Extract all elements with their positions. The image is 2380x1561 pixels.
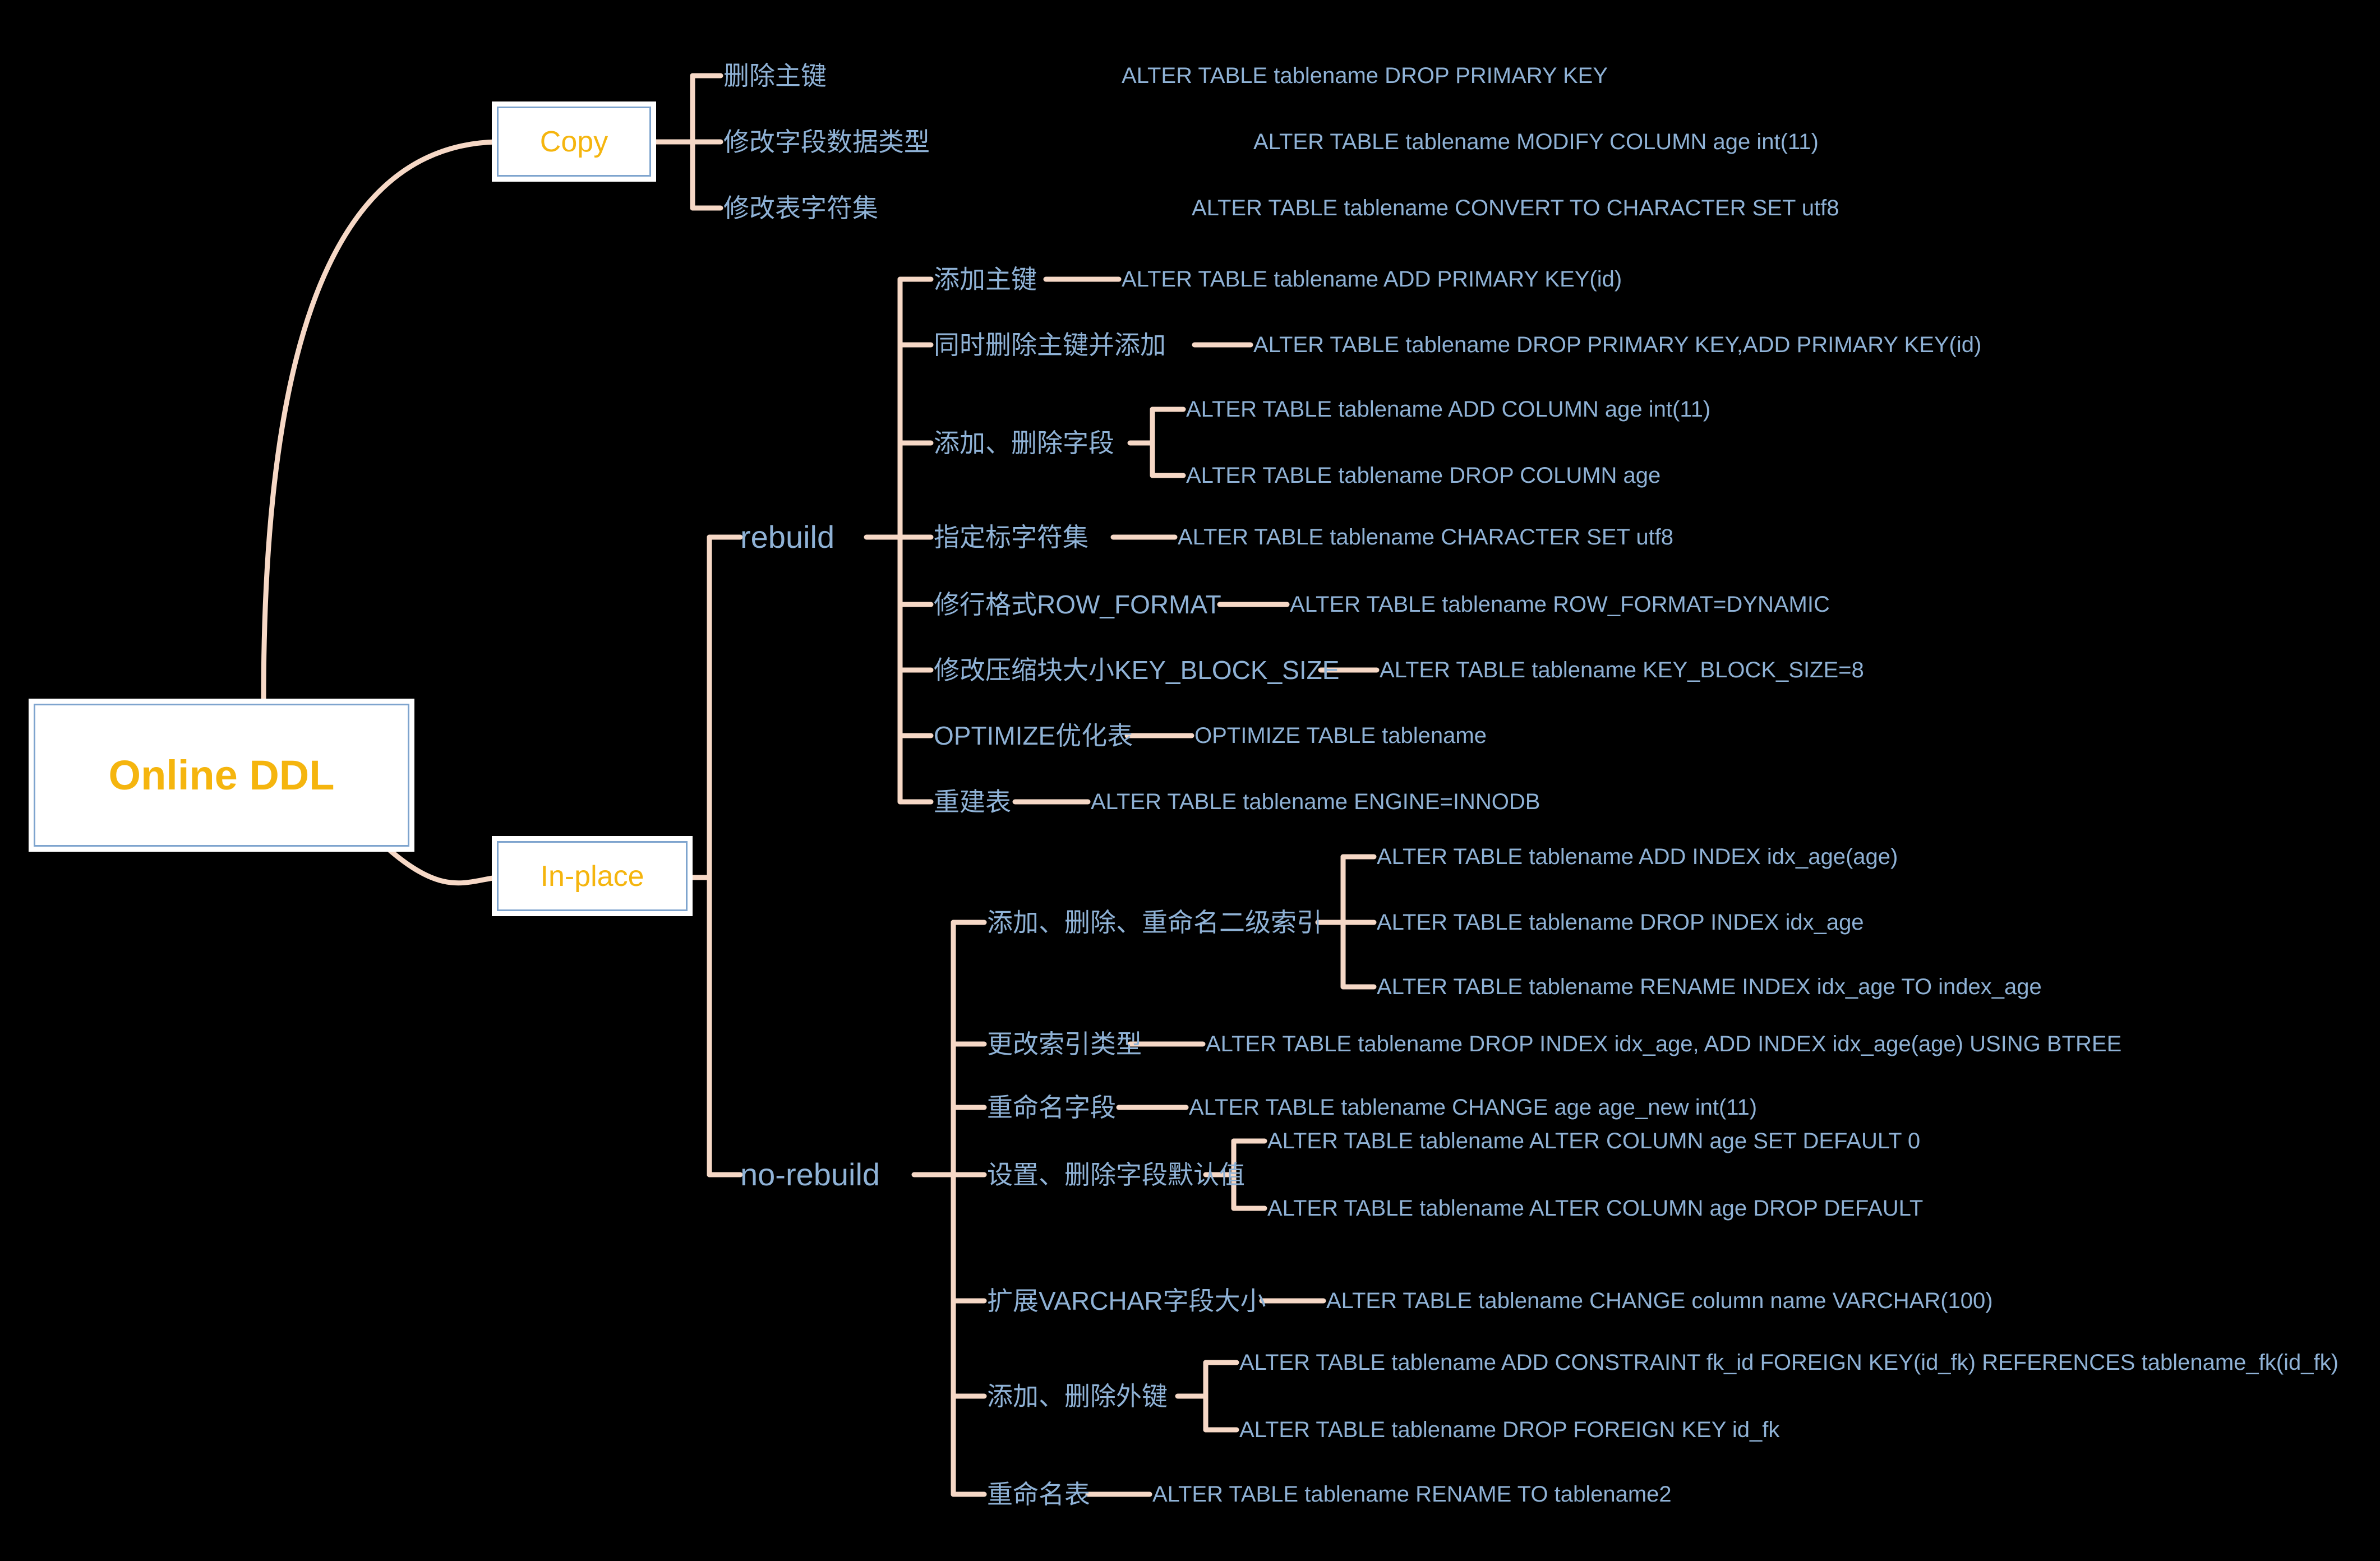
topic-label[interactable]: 添加主键 bbox=[934, 266, 1037, 292]
sql-statement: ALTER TABLE tablename ENGINE=INNODB bbox=[1091, 789, 1540, 814]
sql-statement: ALTER TABLE tablename CHANGE age age_new… bbox=[1189, 1095, 1758, 1120]
sql-statement: ALTER TABLE tablename RENAME INDEX idx_a… bbox=[1377, 975, 2042, 999]
sql-statement: ALTER TABLE tablename ADD COLUMN age int… bbox=[1186, 397, 1711, 422]
root-node-label: Online DDL bbox=[108, 752, 335, 798]
topic-label[interactable]: 重命名表 bbox=[987, 1481, 1090, 1507]
topic-label[interactable]: 指定标字符集 bbox=[934, 524, 1088, 550]
sql-statement: ALTER TABLE tablename CONVERT TO CHARACT… bbox=[1192, 196, 1839, 220]
topic-label[interactable]: 修行格式ROW_FORMAT bbox=[934, 592, 1221, 617]
branch-node-copy-label: Copy bbox=[539, 125, 608, 158]
sql-statement: ALTER TABLE tablename DROP INDEX idx_age bbox=[1377, 910, 1864, 935]
topic-label[interactable]: OPTIMIZE优化表 bbox=[934, 723, 1133, 749]
topic-label[interactable]: 删除主键 bbox=[723, 63, 827, 89]
sql-statement: ALTER TABLE tablename DROP PRIMARY KEY,A… bbox=[1253, 332, 1982, 357]
sql-statement: ALTER TABLE tablename CHANGE column name… bbox=[1326, 1288, 1993, 1313]
topic-label[interactable]: 修改字段数据类型 bbox=[723, 129, 930, 155]
topic-label[interactable]: 修改表字符集 bbox=[723, 195, 878, 221]
topic-label[interactable]: 添加、删除字段 bbox=[934, 430, 1114, 456]
sql-statement: ALTER TABLE tablename DROP INDEX idx_age… bbox=[1206, 1032, 2122, 1056]
topic-label[interactable]: 添加、删除、重命名二级索引 bbox=[987, 909, 1322, 935]
branch-label-no-rebuild[interactable]: no-rebuild bbox=[740, 1159, 880, 1190]
sql-statement: ALTER TABLE tablename DROP COLUMN age bbox=[1186, 463, 1661, 488]
topic-label[interactable]: 同时删除主键并添加 bbox=[934, 332, 1166, 358]
sql-statement: ALTER TABLE tablename ADD PRIMARY KEY(id… bbox=[1122, 267, 1622, 292]
sql-statement: OPTIMIZE TABLE tablename bbox=[1194, 723, 1487, 748]
sql-statement: ALTER TABLE tablename KEY_BLOCK_SIZE=8 bbox=[1380, 658, 1864, 682]
branch-node-copy[interactable]: Copy bbox=[497, 107, 651, 177]
root-node[interactable]: Online DDL bbox=[34, 704, 409, 847]
sql-statement: ALTER TABLE tablename MODIFY COLUMN age … bbox=[1253, 130, 1819, 154]
topic-label[interactable]: 修改压缩块大小KEY_BLOCK_SIZE bbox=[934, 657, 1339, 683]
sql-statement: ALTER TABLE tablename ALTER COLUMN age S… bbox=[1267, 1129, 1921, 1153]
topic-label[interactable]: 更改索引类型 bbox=[987, 1031, 1142, 1057]
sql-statement: ALTER TABLE tablename RENAME TO tablenam… bbox=[1152, 1482, 1672, 1507]
sql-statement: ALTER TABLE tablename CHARACTER SET utf8 bbox=[1178, 525, 1674, 549]
topic-label[interactable]: 重建表 bbox=[934, 789, 1011, 815]
sql-statement: ALTER TABLE tablename DROP PRIMARY KEY bbox=[1122, 63, 1608, 88]
topic-label[interactable]: 重命名字段 bbox=[987, 1094, 1116, 1120]
sql-statement: ALTER TABLE tablename DROP FOREIGN KEY i… bbox=[1239, 1417, 1780, 1442]
topic-label[interactable]: 设置、删除字段默认值 bbox=[987, 1162, 1245, 1188]
sql-statement: ALTER TABLE tablename ROW_FORMAT=DYNAMIC bbox=[1290, 592, 1830, 617]
branch-node-inplace[interactable]: In-place bbox=[497, 841, 688, 911]
topic-label[interactable]: 添加、删除外键 bbox=[987, 1383, 1168, 1409]
sql-statement: ALTER TABLE tablename ALTER COLUMN age D… bbox=[1267, 1196, 1924, 1221]
sql-statement: ALTER TABLE tablename ADD CONSTRAINT fk_… bbox=[1239, 1350, 2339, 1375]
topic-label[interactable]: 扩展VARCHAR字段大小 bbox=[987, 1288, 1266, 1314]
mindmap-canvas: Online DDL Copy In-place rebuild no-rebu… bbox=[0, 0, 2380, 1561]
branch-label-rebuild[interactable]: rebuild bbox=[740, 521, 834, 553]
branch-node-inplace-label: In-place bbox=[540, 860, 644, 893]
sql-statement: ALTER TABLE tablename ADD INDEX idx_age(… bbox=[1377, 844, 1898, 869]
